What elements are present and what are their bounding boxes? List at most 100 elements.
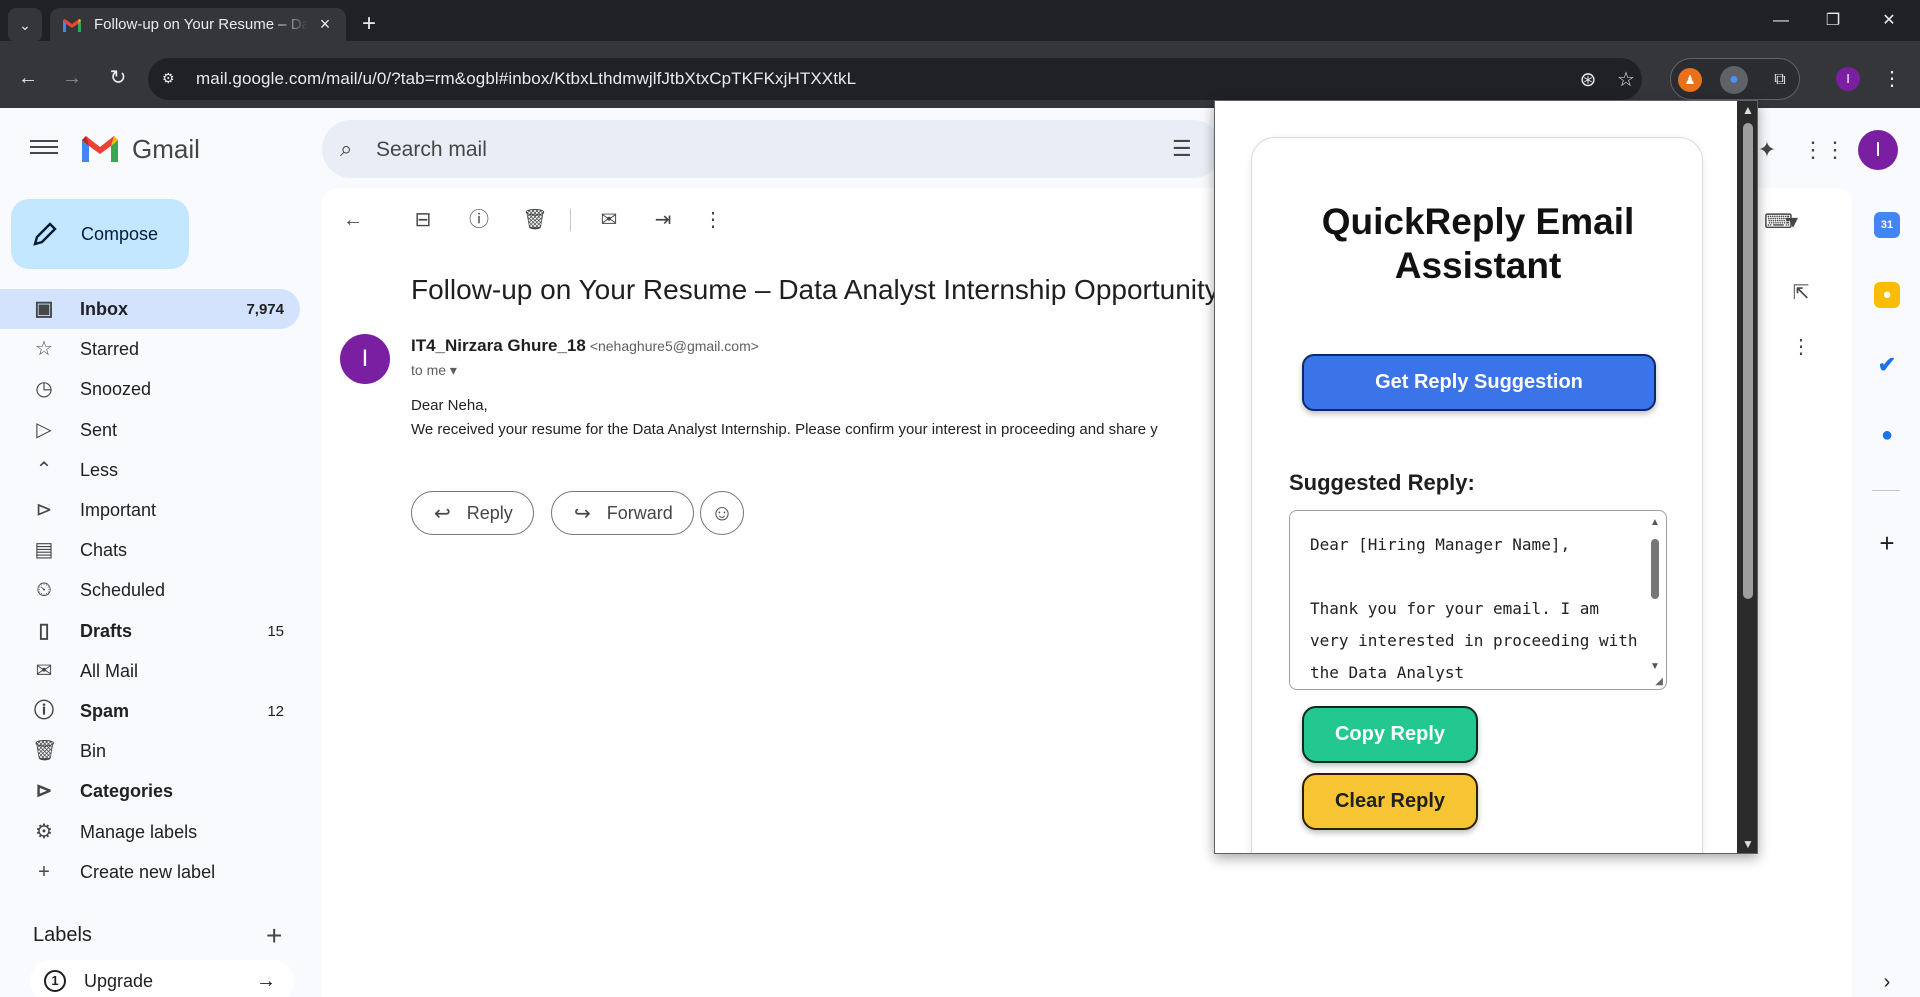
keep-icon[interactable]: ● bbox=[1874, 282, 1900, 308]
gmail-logo-icon[interactable] bbox=[80, 134, 120, 164]
sidebar-item-count: 15 bbox=[267, 622, 284, 640]
install-app-icon[interactable]: ⊛ bbox=[1576, 68, 1600, 92]
sidebar-item-drafts[interactable]: ▯ Drafts 15 bbox=[0, 611, 300, 651]
apps-grid-icon[interactable]: ⋮⋮ bbox=[1802, 135, 1846, 165]
back-arrow-icon[interactable]: ← bbox=[10, 60, 46, 96]
new-tab-button[interactable]: + bbox=[354, 10, 384, 40]
mark-unread-icon[interactable]: ✉ bbox=[596, 207, 622, 233]
chat-icon: ▤ bbox=[34, 539, 54, 561]
sidebar-item-categories[interactable]: ⊳ Categories bbox=[0, 771, 300, 811]
extensions-puzzle-icon[interactable]: ⧉ bbox=[1766, 66, 1794, 94]
site-info-icon[interactable]: ⚙ bbox=[162, 70, 182, 88]
extension-orange-icon[interactable]: ♟ bbox=[1678, 68, 1702, 92]
quickreply-extension-icon[interactable]: ● bbox=[1720, 66, 1748, 94]
sidebar-item-bin[interactable]: 🗑 Bin bbox=[0, 731, 300, 771]
calendar-icon[interactable]: 31 bbox=[1874, 212, 1900, 238]
suggested-reply-label: Suggested Reply: bbox=[1289, 470, 1475, 495]
add-addon-icon[interactable]: + bbox=[1874, 530, 1900, 556]
open-new-window-icon[interactable]: ⇱ bbox=[1788, 280, 1814, 306]
bookmark-star-icon[interactable]: ☆ bbox=[1614, 68, 1638, 92]
add-label-icon[interactable]: + bbox=[266, 920, 282, 952]
search-input[interactable]: Search mail bbox=[376, 138, 487, 162]
caret-down-icon[interactable]: ▾ bbox=[1786, 209, 1800, 235]
get-reply-suggestion-button[interactable]: Get Reply Suggestion bbox=[1302, 354, 1656, 411]
sidebar-item-important[interactable]: ⊳ Important bbox=[0, 490, 300, 530]
compose-label: Compose bbox=[81, 223, 159, 244]
chevron-up-icon: ⌃ bbox=[35, 459, 53, 481]
forward-arrow-icon[interactable]: → bbox=[54, 60, 90, 96]
sidebar-item-label: Spam bbox=[80, 700, 130, 721]
sidebar-item-manage-labels[interactable]: ⚙ Manage labels bbox=[0, 812, 300, 852]
search-bar[interactable]: ⌕ Search mail ☰ bbox=[322, 120, 1222, 178]
sidebar-item-scheduled[interactable]: ⏲ Scheduled bbox=[0, 570, 300, 610]
gear-icon: ⚙ bbox=[35, 821, 53, 843]
tab-search-button[interactable]: ⌄ bbox=[8, 8, 42, 42]
tab-title: Follow-up on Your Resume – Da bbox=[94, 16, 308, 33]
sidebar-item-sent[interactable]: ▷ Sent bbox=[0, 410, 300, 450]
sidebar-item-create-new-label[interactable]: + Create new label bbox=[0, 852, 300, 892]
gmail-favicon-icon bbox=[63, 18, 81, 32]
sender-name[interactable]: IT4_Nirzara Ghure_18 bbox=[411, 336, 586, 355]
clear-reply-button[interactable]: Clear Reply bbox=[1302, 773, 1478, 830]
compose-button[interactable]: Compose bbox=[11, 199, 189, 269]
rail-divider bbox=[1872, 490, 1900, 491]
minimize-button[interactable]: — bbox=[1758, 6, 1804, 36]
more-options-icon[interactable]: ⋮ bbox=[700, 207, 726, 233]
sidebar-item-label: Snoozed bbox=[80, 378, 152, 399]
sidebar-item-inbox[interactable]: ▣ Inbox 7,974 bbox=[0, 289, 300, 329]
tab-close-icon[interactable]: × bbox=[316, 14, 334, 35]
recipient-toggle[interactable]: to me ▾ bbox=[411, 362, 457, 379]
copy-reply-button[interactable]: Copy Reply bbox=[1302, 706, 1478, 763]
sidebar-item-label: Create new label bbox=[80, 861, 216, 882]
url-text: mail.google.com/mail/u/0/?tab=rm&ogbl#in… bbox=[196, 69, 857, 88]
report-spam-icon[interactable]: ⓘ bbox=[466, 207, 492, 233]
sidebar-item-all-mail[interactable]: ✉ All Mail bbox=[0, 651, 300, 691]
sidebar-item-spam[interactable]: ⓘ Spam 12 bbox=[0, 691, 300, 731]
scroll-thumb[interactable] bbox=[1651, 539, 1659, 599]
browser-profile-avatar[interactable]: I bbox=[1836, 67, 1860, 91]
upgrade-label: Upgrade bbox=[84, 970, 154, 991]
reply-scrollbar[interactable]: ▲ ▼ bbox=[1648, 517, 1662, 681]
close-window-button[interactable]: ✕ bbox=[1866, 6, 1912, 36]
message-more-icon[interactable]: ⋮ bbox=[1788, 334, 1814, 360]
main-menu-icon[interactable] bbox=[30, 136, 58, 160]
address-bar[interactable]: ⚙ mail.google.com/mail/u/0/?tab=rm&ogbl#… bbox=[148, 58, 1642, 100]
search-options-icon[interactable]: ☰ bbox=[1172, 136, 1200, 164]
tasks-icon[interactable]: ✔ bbox=[1874, 352, 1900, 378]
move-to-icon[interactable]: ⇥ bbox=[650, 207, 676, 233]
browser-menu-icon[interactable]: ⋮ bbox=[1880, 64, 1904, 94]
delete-icon[interactable]: 🗑 bbox=[522, 207, 548, 233]
sidebar-item-starred[interactable]: ☆ Starred bbox=[0, 329, 300, 369]
scroll-up-icon[interactable]: ▲ bbox=[1742, 103, 1754, 117]
spam-icon: ⓘ bbox=[34, 700, 54, 722]
scroll-thumb[interactable] bbox=[1743, 123, 1753, 599]
popup-scrollbar[interactable]: ▲ ▼ bbox=[1737, 101, 1757, 853]
expand-panel-icon[interactable]: › bbox=[1874, 972, 1900, 992]
upgrade-button[interactable]: 1 Upgrade → bbox=[30, 960, 294, 997]
resize-handle-icon[interactable]: ◢ bbox=[1655, 676, 1663, 687]
account-avatar[interactable]: I bbox=[1858, 130, 1898, 170]
scroll-up-icon[interactable]: ▲ bbox=[1650, 517, 1660, 528]
back-to-inbox-icon[interactable]: ← bbox=[340, 207, 366, 233]
trash-icon: 🗑 bbox=[32, 740, 58, 762]
contacts-icon[interactable]: ● bbox=[1874, 422, 1900, 448]
forward-button[interactable]: ↪ Forward bbox=[551, 491, 694, 535]
browser-tab[interactable]: Follow-up on Your Resume – Da × bbox=[50, 8, 346, 41]
scroll-down-icon[interactable]: ▼ bbox=[1742, 837, 1754, 851]
sidebar-item-less[interactable]: ⌃ Less bbox=[0, 450, 300, 490]
forward-icon: ↪ bbox=[574, 502, 591, 525]
scroll-down-icon[interactable]: ▼ bbox=[1650, 661, 1660, 672]
sidebar-item-label: Inbox bbox=[80, 298, 128, 319]
reply-button[interactable]: ↩ Reply bbox=[411, 491, 534, 535]
reload-icon[interactable]: ↻ bbox=[100, 60, 136, 96]
emoji-reaction-icon[interactable]: ☺ bbox=[700, 491, 744, 535]
sidebar-item-chats[interactable]: ▤ Chats bbox=[0, 530, 300, 570]
sender-avatar[interactable]: I bbox=[340, 334, 390, 384]
side-panel-rail bbox=[1852, 188, 1920, 997]
search-icon[interactable]: ⌕ bbox=[340, 136, 366, 162]
restore-button[interactable]: ❐ bbox=[1810, 6, 1856, 36]
reply-icon: ↩ bbox=[434, 502, 451, 525]
sidebar-item-snoozed[interactable]: ◷ Snoozed bbox=[0, 369, 300, 409]
suggested-reply-textarea[interactable]: Dear [Hiring Manager Name], Thank you fo… bbox=[1289, 510, 1667, 690]
archive-icon[interactable]: ⊟ bbox=[410, 207, 436, 233]
